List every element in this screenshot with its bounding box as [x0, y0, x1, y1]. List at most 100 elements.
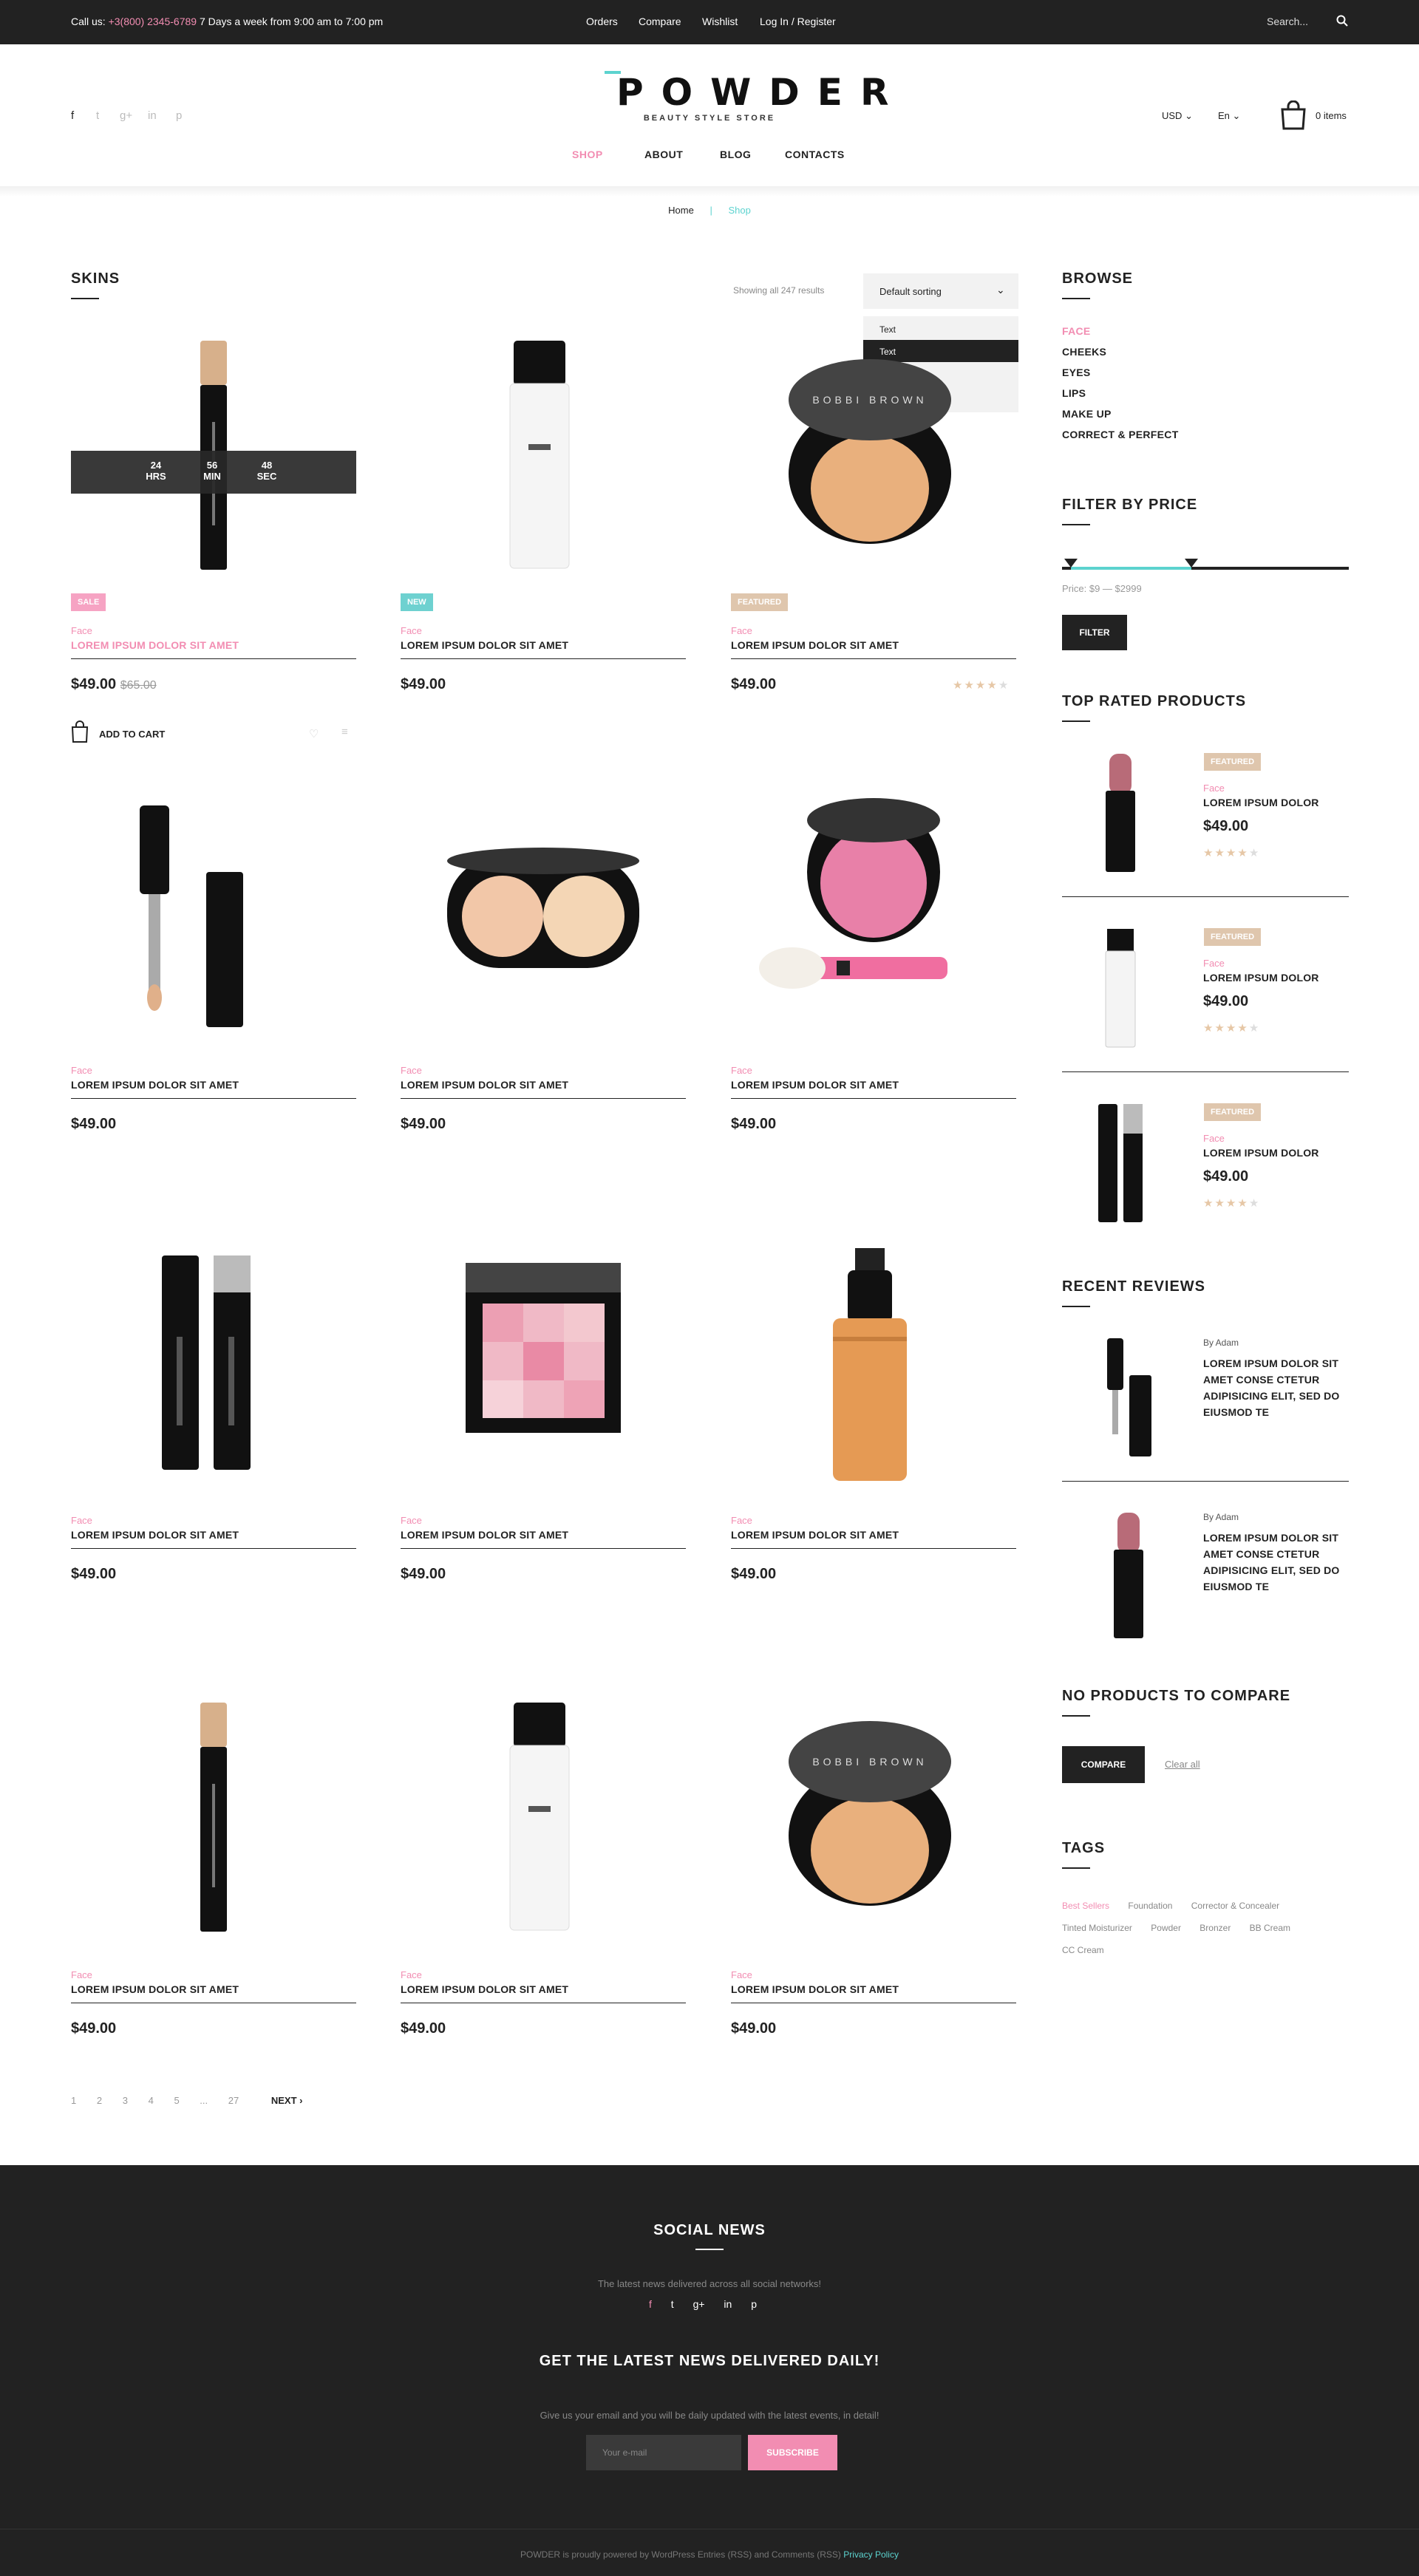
google-plus-icon[interactable]: g+	[120, 109, 132, 122]
cart-icon[interactable]	[1280, 100, 1307, 130]
product-name[interactable]: LOREM IPSUM DOLOR SIT AMET	[71, 1983, 239, 1995]
clear-all-link[interactable]: Clear all	[1165, 1759, 1200, 1770]
product-image[interactable]	[401, 1237, 686, 1488]
product-category[interactable]: Face	[71, 1515, 92, 1526]
tag-link[interactable]: Powder	[1151, 1923, 1181, 1933]
browse-item-correct-perfect[interactable]: CORRECT & PERFECT	[1062, 429, 1179, 449]
phone-link[interactable]: +3(800) 2345-6789	[109, 16, 197, 27]
facebook-icon[interactable]: f	[649, 2298, 652, 2310]
product-category[interactable]: Face	[731, 625, 752, 636]
product-image[interactable]	[731, 1237, 1016, 1488]
top-rated-category[interactable]: Face	[1203, 1133, 1225, 1144]
nav-shop[interactable]: SHOP	[572, 149, 603, 160]
top-rated-image[interactable]	[1091, 746, 1150, 879]
product-category[interactable]: Face	[71, 1969, 92, 1980]
product-image[interactable]	[401, 787, 686, 1038]
product-image[interactable]	[71, 787, 356, 1038]
nav-contacts[interactable]: CONTACTS	[785, 149, 845, 160]
sort-dropdown[interactable]: Default sorting ⌄	[863, 273, 1018, 309]
currency-select[interactable]: USD ⌄	[1162, 110, 1193, 122]
browse-item-lips[interactable]: LIPS	[1062, 387, 1179, 408]
search-input[interactable]: Search...	[1267, 16, 1308, 27]
product-category[interactable]: Face	[401, 1065, 422, 1076]
product-category[interactable]: Face	[731, 1969, 752, 1980]
page-link[interactable]: 4	[149, 2095, 154, 2106]
product-name[interactable]: LOREM IPSUM DOLOR SIT AMET	[731, 1983, 899, 1995]
privacy-policy-link[interactable]: Privacy Policy	[843, 2549, 899, 2560]
product-image[interactable]	[71, 1691, 356, 1943]
product-name[interactable]: LOREM IPSUM DOLOR SIT AMET	[731, 1079, 899, 1091]
bag-icon[interactable]	[71, 720, 89, 743]
tag-link[interactable]: Tinted Moisturizer	[1062, 1923, 1132, 1933]
compare-icon[interactable]: ≡	[341, 726, 348, 738]
product-category[interactable]: Face	[71, 625, 92, 636]
email-field[interactable]: Your e-mail	[586, 2435, 741, 2470]
browse-item-make-up[interactable]: MAKE UP	[1062, 408, 1179, 429]
filter-button[interactable]: FILTER	[1062, 615, 1127, 650]
review-text[interactable]: LOREM IPSUM DOLOR SIT AMET CONSE CTETUR …	[1203, 1530, 1351, 1595]
top-rated-name[interactable]: LOREM IPSUM DOLOR	[1203, 972, 1319, 984]
twitter-icon[interactable]: t	[96, 109, 99, 122]
product-image[interactable]: BOBBI BROWN	[731, 330, 1016, 581]
product-name[interactable]: LOREM IPSUM DOLOR SIT AMET	[71, 1079, 239, 1091]
top-rated-name[interactable]: LOREM IPSUM DOLOR	[1203, 797, 1319, 808]
language-select[interactable]: En ⌄	[1218, 110, 1240, 122]
product-image[interactable]	[401, 330, 686, 581]
page-link[interactable]: 2	[97, 2095, 102, 2106]
breadcrumb-home[interactable]: Home	[668, 205, 694, 216]
linkedin-icon[interactable]: in	[724, 2298, 732, 2310]
top-rated-name[interactable]: LOREM IPSUM DOLOR	[1203, 1147, 1319, 1159]
search-icon[interactable]	[1336, 15, 1348, 27]
add-to-cart-button[interactable]: ADD TO CART	[99, 729, 165, 740]
review-text[interactable]: LOREM IPSUM DOLOR SIT AMET CONSE CTETUR …	[1203, 1355, 1351, 1420]
product-image[interactable]	[731, 787, 1016, 1038]
linkedin-icon[interactable]: in	[148, 109, 157, 122]
product-category[interactable]: Face	[401, 1969, 422, 1980]
top-rated-image[interactable]	[1091, 921, 1150, 1054]
tag-link[interactable]: Corrector & Concealer	[1191, 1901, 1279, 1911]
tag-link[interactable]: BB Cream	[1250, 1923, 1290, 1933]
tag-link[interactable]: Foundation	[1128, 1901, 1172, 1911]
product-name[interactable]: LOREM IPSUM DOLOR SIT AMET	[401, 1529, 568, 1541]
wishlist-link[interactable]: Wishlist	[702, 16, 738, 27]
product-name[interactable]: LOREM IPSUM DOLOR SIT AMET	[731, 1529, 899, 1541]
browse-item-eyes[interactable]: EYES	[1062, 367, 1179, 387]
product-category[interactable]: Face	[731, 1515, 752, 1526]
review-image[interactable]	[1101, 1335, 1160, 1468]
login-register-link[interactable]: Log In / Register	[760, 16, 836, 27]
page-link[interactable]: 27	[228, 2095, 239, 2106]
heart-icon[interactable]: ♡	[309, 727, 319, 740]
product-category[interactable]: Face	[401, 625, 422, 636]
nav-blog[interactable]: BLOG	[720, 149, 751, 160]
product-name[interactable]: LOREM IPSUM DOLOR SIT AMET	[731, 639, 899, 651]
product-name[interactable]: LOREM IPSUM DOLOR SIT AMET	[401, 639, 568, 651]
page-link[interactable]: 5	[174, 2095, 179, 2106]
orders-link[interactable]: Orders	[586, 16, 618, 27]
browse-item-face[interactable]: FACE	[1062, 325, 1179, 346]
next-page-button[interactable]: NEXT ›	[271, 2095, 303, 2106]
product-name[interactable]: LOREM IPSUM DOLOR SIT AMET	[71, 1529, 239, 1541]
page-link[interactable]: 3	[123, 2095, 128, 2106]
facebook-icon[interactable]: f	[71, 109, 74, 122]
product-image[interactable]: BOBBI BROWN	[731, 1691, 1016, 1943]
pinterest-icon[interactable]: p	[751, 2298, 757, 2310]
tag-link[interactable]: Bronzer	[1199, 1923, 1231, 1933]
product-name[interactable]: LOREM IPSUM DOLOR SIT AMET	[71, 639, 239, 651]
browse-item-cheeks[interactable]: CHEEKS	[1062, 346, 1179, 367]
review-image[interactable]	[1101, 1509, 1160, 1642]
tag-link[interactable]: Best Sellers	[1062, 1901, 1109, 1911]
compare-link[interactable]: Compare	[639, 16, 681, 27]
product-name[interactable]: LOREM IPSUM DOLOR SIT AMET	[401, 1983, 568, 1995]
price-slider-handle-max[interactable]	[1184, 559, 1198, 568]
page-link[interactable]: 1	[71, 2095, 76, 2106]
twitter-icon[interactable]: t	[671, 2298, 674, 2310]
compare-button[interactable]: COMPARE	[1062, 1746, 1145, 1783]
top-rated-category[interactable]: Face	[1203, 783, 1225, 794]
product-image[interactable]	[401, 1691, 686, 1943]
product-category[interactable]: Face	[401, 1515, 422, 1526]
product-category[interactable]: Face	[71, 1065, 92, 1076]
subscribe-button[interactable]: SUBSCRIBE	[748, 2435, 837, 2470]
product-image[interactable]	[71, 1237, 356, 1488]
product-category[interactable]: Face	[731, 1065, 752, 1076]
top-rated-image[interactable]	[1091, 1097, 1150, 1230]
